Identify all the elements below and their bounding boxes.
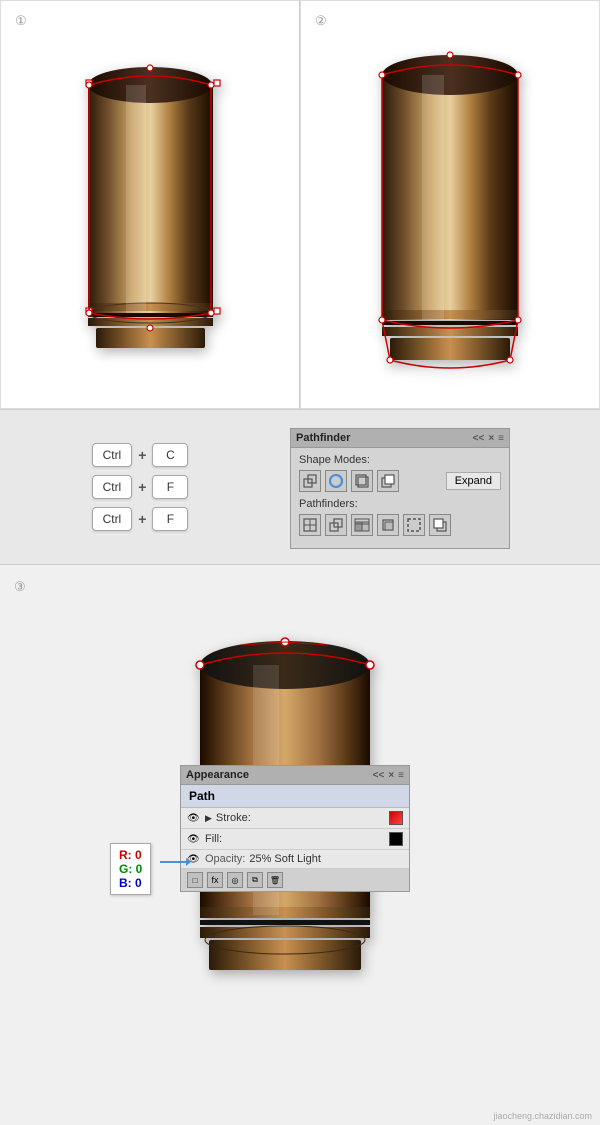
- unite-icon[interactable]: [299, 470, 321, 492]
- duplicate-button[interactable]: ⧉: [247, 872, 263, 888]
- outline-icon[interactable]: [403, 514, 425, 536]
- stroke-expand-arrow[interactable]: ▶: [205, 813, 212, 824]
- watermark: jiaocheng.chazidian.com: [493, 1111, 592, 1121]
- expand-button[interactable]: Expand: [446, 472, 501, 490]
- plus-3: +: [138, 511, 146, 527]
- bottom-section: ③: [0, 565, 600, 1125]
- opacity-value[interactable]: 25% Soft Light: [249, 853, 321, 865]
- top-section: ①: [0, 0, 600, 410]
- pathfinder-title: Pathfinder: [296, 432, 350, 444]
- appearance-titlebar: Appearance << × ≡: [181, 766, 409, 785]
- stroke-visibility-icon[interactable]: 👁: [187, 813, 201, 823]
- key-c: C: [152, 443, 188, 467]
- trim-icon[interactable]: [325, 514, 347, 536]
- stroke-row[interactable]: 👁 ▶ Stroke:: [181, 808, 409, 829]
- key-f-2: F: [152, 507, 188, 531]
- rgb-b-value: B: 0: [119, 876, 142, 890]
- pathfinder-area: Pathfinder << × ≡ Shape Modes:: [280, 410, 600, 564]
- key-ctrl-3: Ctrl: [92, 507, 133, 531]
- pathfinder-panel: Pathfinder << × ≡ Shape Modes:: [290, 428, 510, 549]
- step-2-number: ②: [315, 13, 327, 29]
- minus-front-icon[interactable]: [377, 470, 399, 492]
- new-art-button[interactable]: ◎: [227, 872, 243, 888]
- merge-icon[interactable]: [351, 514, 373, 536]
- fill-swatch[interactable]: [389, 832, 403, 846]
- stroke-swatch[interactable]: [389, 811, 403, 825]
- shape-modes-label: Shape Modes:: [299, 454, 501, 466]
- fill-row[interactable]: 👁 Fill:: [181, 829, 409, 850]
- pathfinder-close-icon[interactable]: ×: [488, 433, 494, 444]
- appearance-titlebar-controls: << × ≡: [373, 770, 404, 781]
- panel-1: ①: [0, 0, 300, 409]
- appearance-menu-icon[interactable]: ≡: [398, 770, 404, 781]
- fill-label: Fill:: [205, 833, 385, 845]
- pathfinder-collapse[interactable]: <<: [473, 433, 485, 444]
- opacity-label: Opacity:: [205, 853, 245, 865]
- appearance-toolbar: □ fx ◎ ⧉ 🗑: [181, 869, 409, 891]
- plus-2: +: [138, 479, 146, 495]
- plus-1: +: [138, 447, 146, 463]
- bottom-content: R: 0 G: 0 B: 0 Appearance << × ≡ Path: [0, 565, 600, 1125]
- opacity-row: 👁 Opacity: 25% Soft Light: [181, 850, 409, 869]
- minus-back-icon[interactable]: [429, 514, 451, 536]
- titlebar-controls: << × ≡: [473, 433, 504, 444]
- rgb-g-value: G: 0: [119, 862, 142, 876]
- rgb-tooltip: R: 0 G: 0 B: 0: [110, 843, 151, 895]
- key-row-3: Ctrl + F: [92, 507, 189, 531]
- pathfinders-label: Pathfinders:: [299, 498, 501, 510]
- pathfinder-titlebar: Pathfinder << × ≡: [291, 429, 509, 448]
- step-1-number: ①: [15, 13, 27, 29]
- pathfinder-menu-icon[interactable]: ≡: [498, 433, 504, 444]
- fx-button[interactable]: fx: [207, 872, 223, 888]
- rgb-r-value: R: 0: [119, 848, 142, 862]
- exclude-icon[interactable]: [351, 470, 373, 492]
- rgb-arrow: [160, 861, 190, 863]
- panel-2: ②: [300, 0, 600, 409]
- cylinder-2-svg: [370, 40, 530, 370]
- appearance-title: Appearance: [186, 769, 249, 781]
- middle-section: Ctrl + C Ctrl + F Ctrl + F Pathfinder <<…: [0, 410, 600, 565]
- pathfinders-row: [299, 514, 501, 536]
- key-ctrl-1: Ctrl: [92, 443, 133, 467]
- stroke-label: Stroke:: [216, 812, 385, 824]
- delete-button[interactable]: 🗑: [267, 872, 283, 888]
- appearance-panel: Appearance << × ≡ Path 👁 ▶ Stroke:: [180, 765, 410, 892]
- fill-visibility-icon[interactable]: 👁: [187, 834, 201, 844]
- cylinder-1-svg: [78, 50, 223, 360]
- appearance-path-row: Path: [181, 785, 409, 808]
- pathfinder-body: Shape Modes:: [291, 448, 509, 548]
- key-f-1: F: [152, 475, 188, 499]
- key-ctrl-2: Ctrl: [92, 475, 133, 499]
- key-row-2: Ctrl + F: [92, 475, 189, 499]
- path-label: Path: [189, 789, 215, 803]
- appearance-collapse-icon[interactable]: <<: [373, 770, 385, 781]
- cylinder-2-container: [301, 1, 599, 408]
- keyboard-area: Ctrl + C Ctrl + F Ctrl + F: [0, 410, 280, 564]
- add-new-stroke-button[interactable]: □: [187, 872, 203, 888]
- key-row-1: Ctrl + C: [92, 443, 189, 467]
- appearance-body: Path 👁 ▶ Stroke: 👁 Fill: 👁: [181, 785, 409, 891]
- intersect-icon[interactable]: [325, 470, 347, 492]
- cylinder-1-container: [1, 1, 299, 408]
- appearance-close-icon[interactable]: ×: [388, 770, 394, 781]
- divide-icon[interactable]: [299, 514, 321, 536]
- crop-icon[interactable]: [377, 514, 399, 536]
- shape-modes-row: Expand: [299, 470, 501, 492]
